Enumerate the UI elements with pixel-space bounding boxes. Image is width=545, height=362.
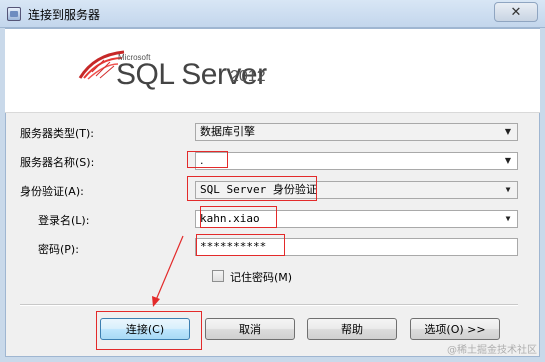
separator [20,304,518,306]
help-button[interactable]: 帮助 [307,318,397,340]
chevron-down-icon: ▼ [504,127,512,136]
chevron-down-icon: ▼ [504,156,512,165]
title-bar: 连接到服务器 ✕ [0,0,545,28]
remember-password-label: 记住密码(M) [230,271,293,284]
cancel-button[interactable]: 取消 [205,318,295,340]
server-type-value: 数据库引擎 [200,125,255,138]
watermark: @稀土掘金技术社区 [447,345,537,356]
app-icon [7,7,21,21]
close-icon: ✕ [510,4,522,20]
login-value: kahn.xiao [200,212,260,225]
logo-version: 2012 [230,68,266,85]
remember-password-checkbox[interactable] [212,270,224,282]
server-type-select[interactable]: 数据库引擎 ▼ [195,123,518,141]
chevron-down-icon: ▼ [505,214,511,223]
server-name-value: . [200,154,204,167]
server-name-combobox[interactable]: . ▼ [195,152,518,170]
password-value: ********** [200,240,267,253]
password-label: 密码(P): [38,243,79,256]
server-name-label: 服务器名称(S): [20,156,95,169]
login-combobox[interactable]: kahn.xiao ▼ [195,210,518,228]
auth-select[interactable]: SQL Server 身份验证 ▼ [195,181,518,199]
window-title: 连接到服务器 [28,8,101,22]
chevron-down-icon: ▼ [505,185,511,194]
login-label: 登录名(L): [38,214,90,227]
auth-value: SQL Server 身份验证 [200,183,317,196]
close-button[interactable]: ✕ [494,2,538,22]
server-type-label: 服务器类型(T): [20,127,95,140]
options-button[interactable]: 选项(O) >> [410,318,500,340]
auth-label: 身份验证(A): [20,185,84,198]
connect-button[interactable]: 连接(C) [100,318,190,340]
password-field[interactable]: ********** [195,238,518,256]
